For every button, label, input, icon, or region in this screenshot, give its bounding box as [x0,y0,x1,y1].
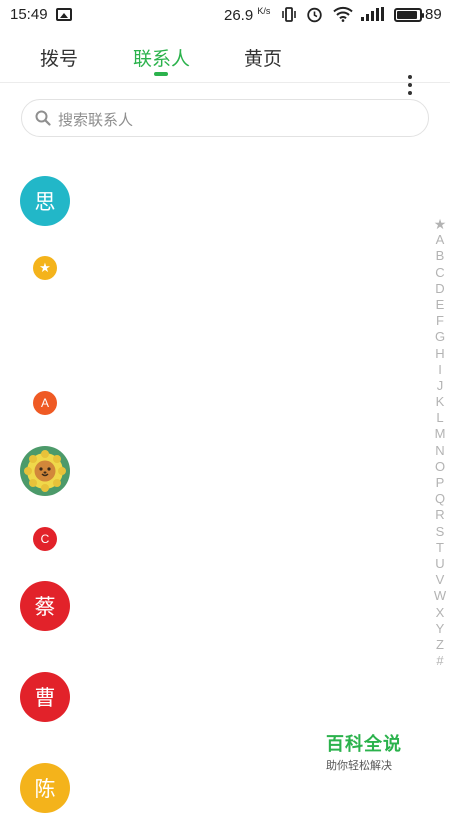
status-bar: 15:49 26.9 K/s 89 [0,0,450,30]
watermark: 百科全说 助你轻松解决 [326,730,416,773]
index-letter[interactable]: T [431,540,449,556]
index-letter[interactable]: V [431,572,449,588]
battery-icon [394,8,424,22]
contact-avatar[interactable]: 蔡 [20,581,70,631]
index-letter[interactable]: F [431,313,449,329]
index-letter[interactable]: Z [431,637,449,653]
contact-avatar[interactable]: 陈 [20,763,70,813]
signal-icon [361,7,384,21]
contact-avatar[interactable]: 曹 [20,672,70,722]
index-letter[interactable]: H [431,346,449,362]
index-letter[interactable]: R [431,507,449,523]
index-letter[interactable]: M [431,426,449,442]
index-letter[interactable]: K [431,394,449,410]
section-header-starred: ★ [33,256,57,280]
contact-avatar[interactable]: 思 [20,176,70,226]
active-tab-indicator [154,72,168,76]
index-letter[interactable]: G [431,329,449,345]
network-speed-value: 26.9 [224,7,254,24]
index-letter[interactable]: # [431,653,449,669]
alphabet-index[interactable]: ★ A B C D E F G H I J K L M N O P Q R S T U V W X Y Z # [431,216,449,669]
network-speed: 26.9 K/s [224,6,270,24]
vibrate-icon [282,7,296,22]
contact-avatar-image[interactable] [20,446,70,496]
index-letter[interactable]: D [431,281,449,297]
image-notification-icon [56,8,72,21]
wifi-icon [333,6,353,22]
index-letter[interactable]: A [431,232,449,248]
lion-avatar-icon [24,450,66,492]
tab-yellow-pages[interactable]: 黄页 [244,44,282,71]
watermark-subtitle: 助你轻松解决 [326,759,392,772]
index-letter[interactable]: X [431,605,449,621]
search-input[interactable]: 搜索联系人 [21,99,429,137]
index-letter[interactable]: C [431,265,449,281]
section-header-c: C [33,527,57,551]
network-speed-unit: K/s [257,6,271,16]
index-letter[interactable]: O [431,459,449,475]
index-letter[interactable]: P [431,475,449,491]
search-placeholder: 搜索联系人 [58,111,134,129]
index-letter[interactable]: W [431,588,449,604]
status-time: 15:49 [10,6,48,23]
search-icon [35,110,51,126]
more-options-icon[interactable] [402,72,418,100]
alarm-icon [307,7,322,23]
tab-dial[interactable]: 拨号 [40,44,78,71]
index-letter[interactable]: S [431,524,449,540]
index-letter[interactable]: N [431,443,449,459]
battery-level: 89 [425,6,442,23]
index-letter[interactable]: I [431,362,449,378]
section-header-a: A [33,391,57,415]
index-letter[interactable]: L [431,410,449,426]
tab-contacts[interactable]: 联系人 [133,44,190,71]
index-letter[interactable]: U [431,556,449,572]
index-letter[interactable]: E [431,297,449,313]
index-letter[interactable]: Y [431,621,449,637]
index-letter[interactable]: J [431,378,449,394]
index-letter[interactable]: Q [431,491,449,507]
index-letter[interactable]: ★ [431,216,449,232]
watermark-title: 百科全说 [326,734,402,755]
index-letter[interactable]: B [431,248,449,264]
top-tab-bar: 拨号 联系人 黄页 [0,30,450,95]
